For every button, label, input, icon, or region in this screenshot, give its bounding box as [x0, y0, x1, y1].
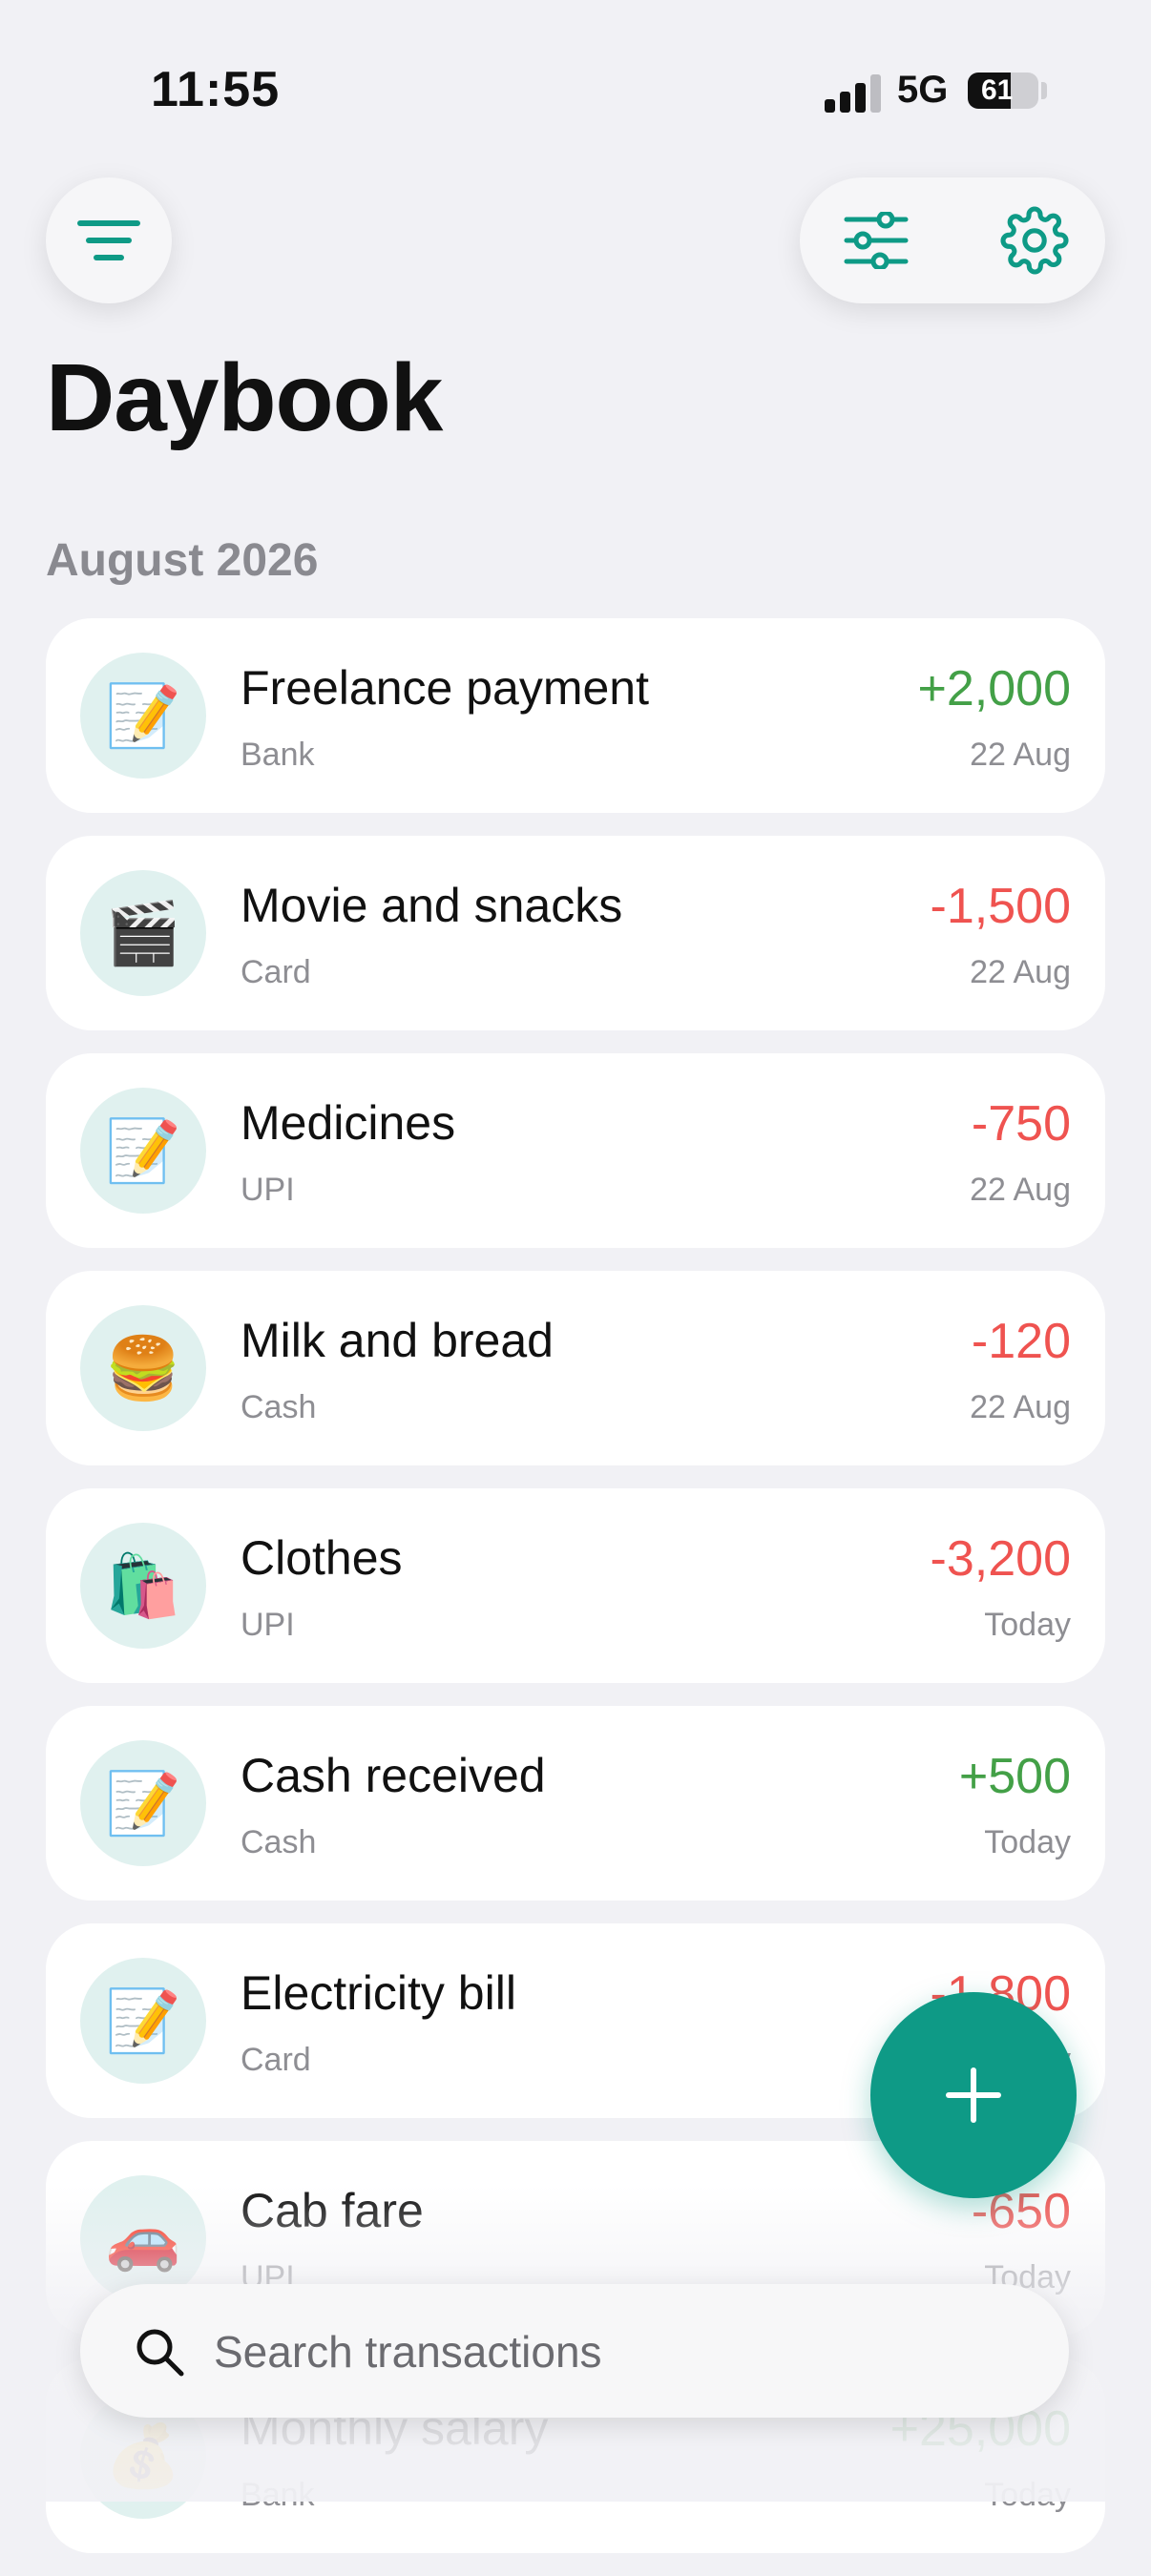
- payment-method: Bank: [241, 2477, 315, 2513]
- transaction-date: 22 Aug: [970, 1172, 1071, 1208]
- status-time: 11:55: [151, 62, 281, 117]
- transaction-amount: -120: [971, 1314, 1071, 1369]
- payment-method: Card: [241, 954, 311, 990]
- settings-button[interactable]: [987, 193, 1082, 288]
- transaction-card[interactable]: 🛍️ Clothes UPI -3,200 Today: [46, 1488, 1105, 1683]
- payment-method: Cash: [241, 1824, 317, 1860]
- transaction-amount: -750: [971, 1096, 1071, 1152]
- transaction-title: Milk and bread: [241, 1314, 554, 1367]
- category-icon: 🎬: [80, 870, 206, 996]
- category-icon: 🚗: [80, 2175, 206, 2301]
- category-icon: 📝: [80, 1088, 206, 1214]
- hamburger-menu-icon: [77, 220, 140, 260]
- transaction-card[interactable]: 📝 Medicines UPI -750 22 Aug: [46, 1053, 1105, 1248]
- transaction-date: 22 Aug: [970, 1389, 1071, 1425]
- transaction-date: Today: [984, 1824, 1071, 1860]
- search-bar[interactable]: [80, 2284, 1069, 2418]
- sliders-icon: [844, 212, 909, 269]
- transaction-card[interactable]: 🍔 Milk and bread Cash -120 22 Aug: [46, 1271, 1105, 1465]
- filter-button[interactable]: [828, 193, 924, 288]
- transaction-amount: +2,000: [917, 661, 1072, 717]
- gear-icon: [1000, 206, 1069, 275]
- header-actions: [800, 177, 1105, 303]
- transaction-card[interactable]: 🎬 Movie and snacks Card -1,500 22 Aug: [46, 836, 1105, 1030]
- category-icon: 📝: [80, 653, 206, 779]
- transaction-amount: -1,500: [930, 879, 1071, 934]
- cellular-signal-icon: [825, 74, 882, 113]
- month-section-header: August 2026: [46, 535, 319, 586]
- menu-button[interactable]: [46, 177, 172, 303]
- transaction-date: Today: [984, 2477, 1071, 2513]
- transaction-amount: -3,200: [930, 1531, 1071, 1587]
- page-title: Daybook: [46, 344, 443, 451]
- category-icon: 📝: [80, 1958, 206, 2084]
- plus-icon: [946, 2067, 1001, 2123]
- transaction-date: Today: [984, 1607, 1071, 1643]
- transaction-date: 22 Aug: [970, 737, 1071, 773]
- category-icon: 🍔: [80, 1305, 206, 1431]
- transaction-title: Cash received: [241, 1749, 546, 1802]
- transaction-card[interactable]: 📝 Freelance payment Bank +2,000 22 Aug: [46, 618, 1105, 813]
- payment-method: Cash: [241, 1389, 317, 1425]
- search-icon: [136, 2329, 184, 2377]
- transaction-title: Medicines: [241, 1096, 456, 1150]
- payment-method: UPI: [241, 1172, 295, 1208]
- transaction-amount: +500: [958, 1749, 1071, 1804]
- transaction-list: 📝 Freelance payment Bank +2,000 22 Aug 🎬 Movie…: [46, 618, 1105, 2576]
- search-input[interactable]: [212, 2313, 1036, 2391]
- battery-level: 61: [981, 74, 1014, 106]
- transaction-title: Freelance payment: [241, 661, 650, 715]
- network-type: 5G: [897, 69, 949, 111]
- payment-method: Bank: [241, 737, 315, 773]
- category-icon: 📝: [80, 1740, 206, 1866]
- transaction-title: Clothes: [241, 1531, 403, 1585]
- transaction-title: Cab fare: [241, 2184, 424, 2237]
- payment-method: Card: [241, 2042, 311, 2078]
- transaction-card[interactable]: 📝 Cash received Cash +500 Today: [46, 1706, 1105, 1901]
- transaction-title: Electricity bill: [241, 1966, 516, 2020]
- battery-tip: [1041, 82, 1047, 99]
- add-transaction-button[interactable]: [870, 1992, 1077, 2198]
- payment-method: UPI: [241, 1607, 295, 1643]
- category-icon: 🛍️: [80, 1523, 206, 1649]
- status-bar: 11:55 5G 61: [0, 0, 1151, 181]
- transaction-date: 22 Aug: [970, 954, 1071, 990]
- battery-icon: 61: [968, 73, 1038, 109]
- transaction-title: Movie and snacks: [241, 879, 623, 932]
